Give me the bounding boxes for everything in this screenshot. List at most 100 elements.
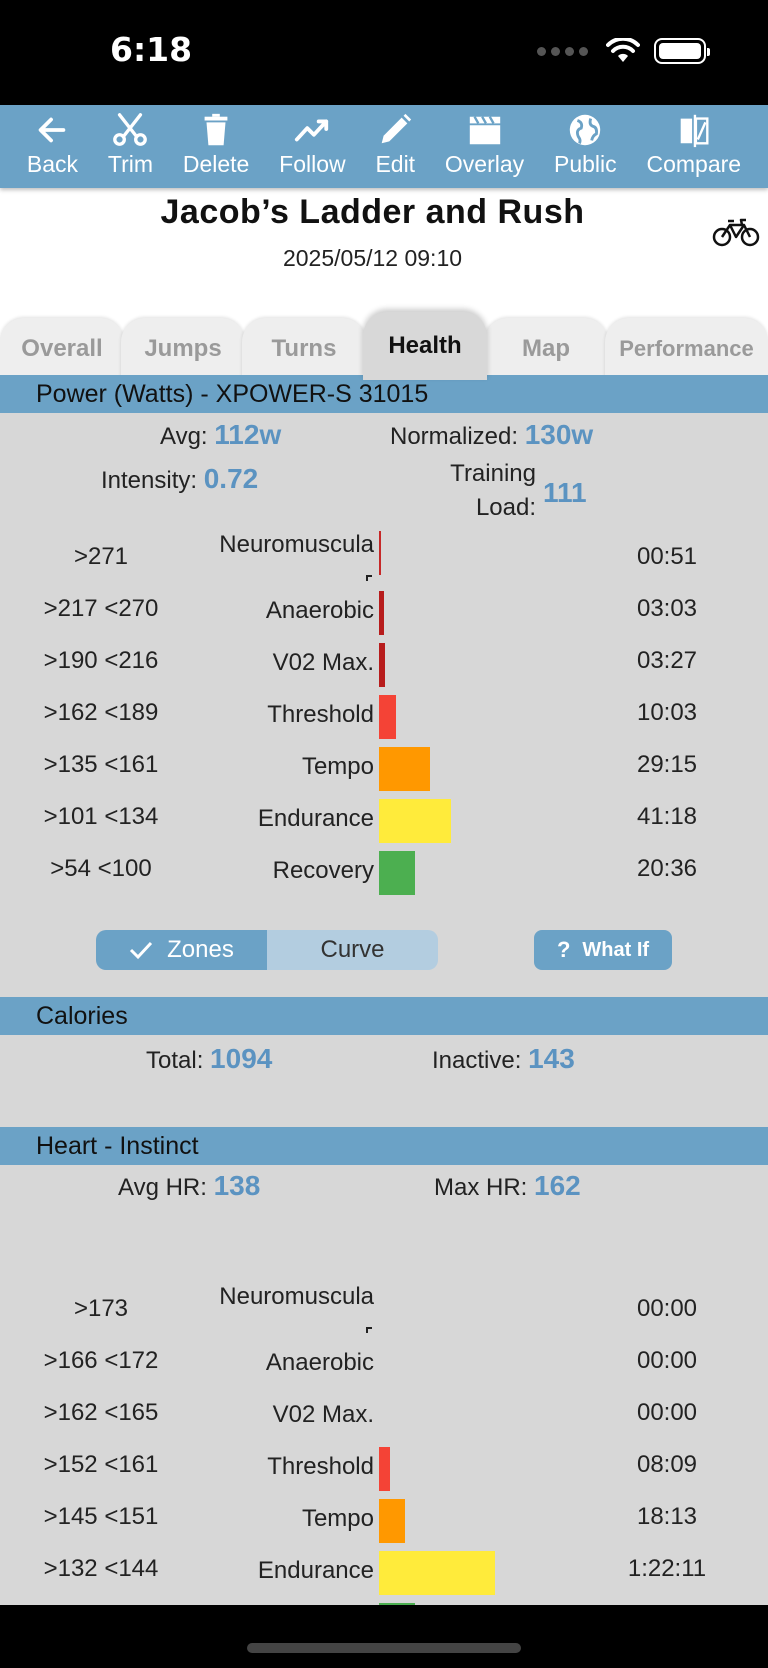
zone-range: >101 <134 — [43, 803, 159, 830]
overlay-button[interactable]: Overlay — [445, 105, 524, 178]
zone-time: 03:27 — [636, 647, 698, 674]
zone-bar — [379, 531, 381, 575]
zone-bar — [379, 1551, 495, 1595]
globe-icon — [570, 114, 601, 146]
curve-segment[interactable]: Curve — [267, 930, 438, 970]
tab-map[interactable]: Map — [484, 318, 608, 380]
training-load-value: 111 — [543, 477, 587, 508]
heart-zone-row: >166 <172 Anaerobic 00:00 — [0, 1335, 768, 1387]
zone-time: 1:22:11 — [627, 1555, 707, 1582]
zone-time: 20:36 — [636, 855, 698, 882]
cellular-signal-icon — [537, 46, 588, 56]
checkmark-icon — [130, 941, 153, 960]
status-time: 6:18 — [110, 30, 193, 69]
zone-bar — [379, 851, 415, 895]
zone-name: V02 Max. — [272, 649, 374, 676]
zone-range: >162 <165 — [43, 1399, 159, 1426]
heart-avg-value: 138 — [213, 1170, 261, 1201]
zone-time: 00:00 — [636, 1399, 698, 1426]
toolbar: Back Trim Delete Follow Edit Overlay Pub… — [0, 105, 768, 188]
zone-bar — [379, 747, 430, 791]
public-button[interactable]: Public — [554, 105, 617, 178]
zone-bar — [379, 799, 451, 843]
zone-bar — [379, 1447, 390, 1491]
zone-range: >145 <151 — [43, 1503, 159, 1530]
power-avg-value: 112w — [214, 419, 282, 450]
follow-button[interactable]: Follow — [279, 105, 346, 178]
calories-total: Total: 1094 — [146, 1043, 273, 1074]
zone-time: 00:00 — [636, 1295, 698, 1322]
zone-time: 29:15 — [636, 751, 698, 778]
zone-time: 10:03 — [636, 699, 698, 726]
zone-range: >135 <161 — [43, 751, 159, 778]
edit-button[interactable]: Edit — [375, 105, 415, 178]
trash-icon — [204, 113, 228, 146]
zone-name: Recovery — [272, 857, 374, 884]
public-label: Public — [553, 151, 617, 177]
bicycle-icon — [712, 218, 760, 247]
power-zone-row: >217 <270 Anaerobic 03:03 — [0, 583, 768, 635]
heart-max-value: 162 — [534, 1170, 581, 1201]
follow-label: Follow — [279, 151, 346, 177]
overlay-label: Overlay — [444, 151, 525, 177]
zone-name: Endurance — [257, 805, 374, 832]
power-section-header: Power (Watts) - XPOWER-S 31015 — [0, 375, 768, 413]
tab-overall[interactable]: Overall — [0, 318, 124, 380]
zone-range: >162 <189 — [43, 699, 159, 726]
question-icon: ? — [556, 937, 571, 962]
zone-label-overflow-mark — [366, 1327, 372, 1333]
tab-turns[interactable]: Turns — [242, 318, 366, 380]
calories-inactive: Inactive: 143 — [432, 1043, 575, 1074]
power-zone-row: >101 <134 Endurance 41:18 — [0, 791, 768, 843]
wifi-icon — [606, 38, 640, 62]
power-zone-row: >162 <189 Threshold 10:03 — [0, 687, 768, 739]
what-if-button[interactable]: ? What If — [534, 930, 672, 970]
compare-label: Compare — [646, 151, 742, 177]
tab-jumps[interactable]: Jumps — [121, 318, 245, 380]
compare-button[interactable]: Compare — [646, 105, 741, 178]
tab-performance[interactable]: Performance — [605, 318, 768, 380]
arrow-left-icon — [39, 117, 66, 143]
zone-time: 08:09 — [636, 1451, 698, 1478]
health-content: Power (Watts) - XPOWER-S 31015 Avg: 112w… — [0, 375, 768, 1605]
heart-zone-row: >132 <144 Endurance 1:22:11 — [0, 1543, 768, 1595]
trim-button[interactable]: Trim — [108, 105, 153, 178]
power-zone-row: >135 <161 Tempo 29:15 — [0, 739, 768, 791]
home-indicator[interactable] — [247, 1643, 521, 1653]
delete-button[interactable]: Delete — [183, 105, 249, 178]
back-button[interactable]: Back — [27, 105, 78, 178]
power-intensity-value: 0.72 — [203, 463, 259, 494]
tab-health[interactable]: Health — [363, 312, 487, 380]
power-zone-row: >271 Neuromuscula 00:51 — [0, 531, 768, 583]
zone-time: 00:51 — [636, 543, 698, 570]
zone-time: 03:03 — [636, 595, 698, 622]
calories-section-header: Calories — [0, 997, 768, 1035]
ride-title: Jacob’s Ladder and Rush — [160, 193, 585, 231]
zone-time: 18:13 — [636, 1503, 698, 1530]
heart-section-header: Heart - Instinct — [0, 1127, 768, 1165]
zone-range: >54 <100 — [50, 855, 152, 882]
heart-zone-row: >173 Neuromuscula 00:00 — [0, 1283, 768, 1335]
zone-range: >271 — [73, 543, 129, 570]
pencil-icon — [381, 113, 412, 144]
zone-name: Tempo — [301, 753, 374, 780]
power-zone-row: >54 <100 Recovery 20:36 — [0, 843, 768, 895]
heart-zone-row: >82 <131Recovery25:21 — [0, 1595, 768, 1605]
home-area — [0, 1605, 768, 1668]
zone-name: Neuromuscula — [219, 1283, 374, 1310]
zone-name: Tempo — [301, 1505, 374, 1532]
zone-range: >166 <172 — [43, 1347, 159, 1374]
training-load-label: Training Load: — [450, 460, 536, 521]
zone-bar — [379, 643, 385, 687]
back-label: Back — [26, 151, 79, 177]
power-intensity: Intensity: 0.72 — [101, 463, 259, 494]
status-bar: 6:18 — [0, 0, 768, 105]
power-avg: Avg: 112w — [160, 419, 282, 450]
tab-bar: Overall Jumps Turns Health Map Performan… — [0, 308, 768, 380]
compare-icon — [680, 114, 709, 148]
zone-name: Neuromuscula — [219, 531, 374, 558]
zones-segment[interactable]: Zones — [96, 930, 267, 970]
zone-range: >173 — [73, 1295, 129, 1322]
heart-zone-row: >162 <165 V02 Max. 00:00 — [0, 1387, 768, 1439]
trim-label: Trim — [107, 151, 153, 177]
